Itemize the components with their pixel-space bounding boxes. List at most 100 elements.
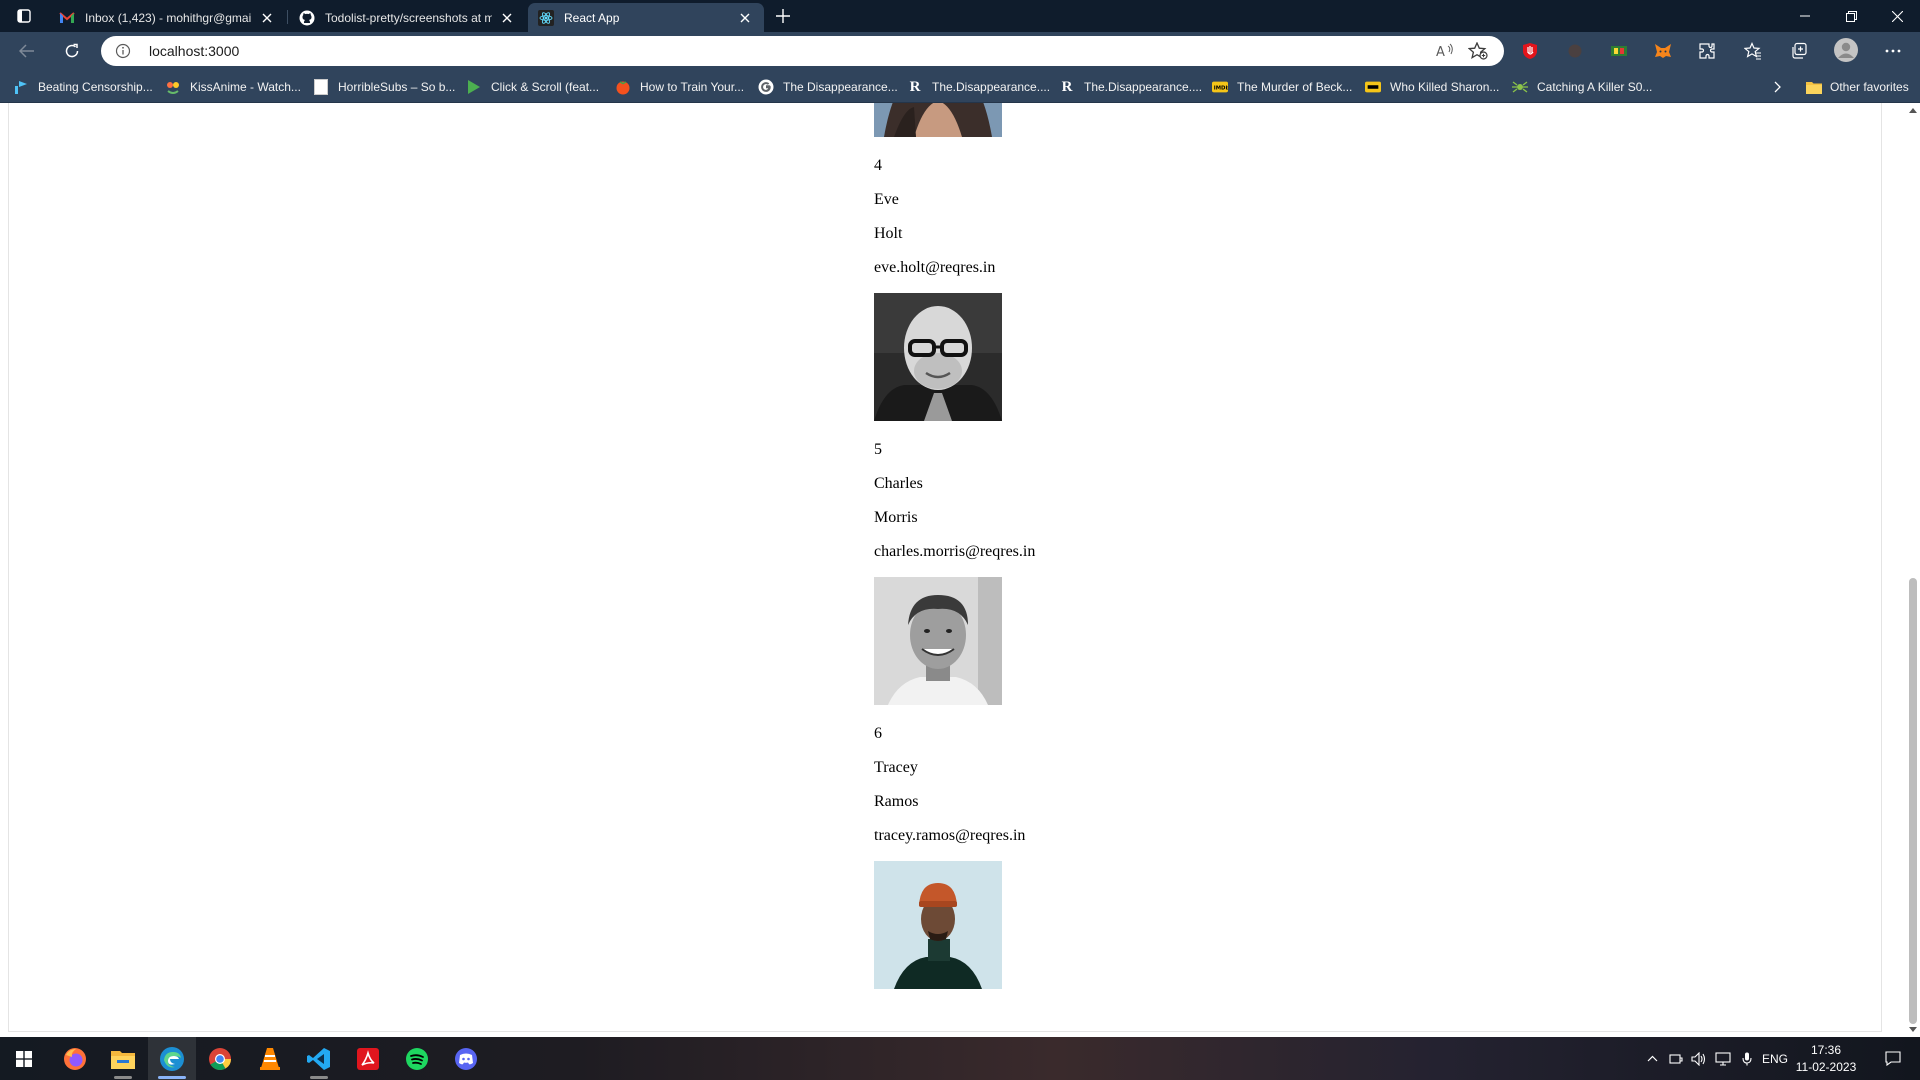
taskbar-file-explorer[interactable] [99, 1037, 147, 1080]
taskbar-vscode[interactable] [295, 1037, 343, 1080]
user-email: eve.holt@reqres.in [874, 259, 996, 276]
discord-icon [455, 1047, 477, 1070]
vlc-icon [260, 1047, 280, 1070]
tab-gmail[interactable]: Inbox (1,423) - mohithgr@gmail.com [49, 3, 286, 32]
taskbar-chrome[interactable] [196, 1037, 244, 1080]
bookmark-label: KissAnime - Watch... [190, 80, 301, 94]
address-url[interactable]: localhost:3000 [149, 43, 239, 59]
taskbar-spotify[interactable] [393, 1037, 441, 1080]
bookmark-item[interactable]: KissAnime - Watch... [165, 77, 301, 97]
bookmark-item[interactable]: The Disappearance... [758, 77, 898, 97]
taskbar-discord[interactable] [442, 1037, 490, 1080]
new-tab-button[interactable] [770, 4, 796, 28]
tray-device-icon[interactable] [1665, 1037, 1687, 1080]
github-icon [299, 10, 315, 26]
read-aloud-icon[interactable]: A [1436, 43, 1454, 62]
scrollbar-thumb[interactable] [1909, 578, 1917, 1024]
windows-taskbar: ENG 17:36 11-02-2023 [0, 1037, 1920, 1080]
chrome-icon [209, 1047, 231, 1070]
network-icon[interactable] [1712, 1037, 1734, 1080]
edge-icon [160, 1046, 184, 1071]
start-button[interactable] [0, 1037, 48, 1080]
svg-text:A: A [1436, 45, 1445, 59]
vscode-icon [307, 1047, 330, 1070]
bookmark-label: The Murder of Beck... [1237, 80, 1353, 94]
user-last-name: Ramos [874, 793, 919, 810]
clock-date: 11-02-2023 [1795, 1060, 1857, 1074]
extensions-icon[interactable] [1697, 41, 1717, 61]
svg-text:IMDb: IMDb [1214, 86, 1228, 92]
imdb-icon: IMDb [1212, 79, 1228, 95]
active-indicator [158, 1076, 186, 1079]
user-card: 4 Eve Holt eve.holt@reqres.in [874, 149, 1035, 421]
metamask-extension-icon[interactable] [1653, 41, 1673, 61]
scroll-up-icon[interactable] [1909, 107, 1917, 113]
page-icon [313, 79, 329, 95]
back-arrow-icon [19, 44, 34, 58]
page-scrollbar[interactable] [1906, 103, 1920, 1037]
avatar-image [874, 861, 1002, 989]
tab-title: Inbox (1,423) - mohithgr@gmail.com [85, 10, 252, 25]
bookmark-item[interactable]: Who Killed Sharon... [1365, 77, 1499, 97]
scroll-down-icon[interactable] [1909, 1027, 1917, 1033]
add-favorite-icon[interactable] [1467, 41, 1488, 63]
show-hidden-icons-button[interactable] [1641, 1037, 1663, 1080]
bookmark-item[interactable]: R The.Disappearance.... [1059, 77, 1203, 97]
settings-more-icon[interactable] [1883, 41, 1903, 61]
bookmark-item[interactable]: HorribleSubs – So b... [313, 77, 455, 97]
bookmark-item[interactable]: Beating Censorship... [13, 77, 153, 97]
bookmark-item[interactable]: How to Train Your... [615, 77, 744, 97]
tab-divider [287, 10, 288, 24]
google-icon [758, 79, 774, 95]
volume-icon[interactable] [1688, 1037, 1710, 1080]
favorites-icon[interactable] [1743, 41, 1763, 61]
tab-react-app[interactable]: React App [528, 3, 764, 32]
disabled-extension-icon[interactable] [1565, 41, 1585, 61]
adblock-extension-icon[interactable] [1520, 41, 1540, 61]
bookmark-item[interactable]: R The.Disappearance.... [907, 77, 1051, 97]
user-last-name: Holt [874, 225, 903, 242]
user-email: charles.morris@reqres.in [874, 543, 1036, 560]
avatar-image [874, 103, 1002, 137]
tab-actions-button[interactable] [6, 5, 42, 27]
microphone-icon[interactable] [1736, 1037, 1758, 1080]
taskbar-firefox[interactable] [51, 1037, 99, 1080]
close-tab-icon[interactable] [498, 9, 516, 27]
user-last-name: Morris [874, 509, 918, 526]
close-window-button[interactable] [1874, 0, 1920, 32]
play-icon [466, 79, 482, 95]
more-favorites-button[interactable] [1769, 78, 1787, 96]
bookmark-item[interactable]: Catching A Killer S0... [1512, 77, 1652, 97]
kissanime-icon [165, 79, 181, 95]
profile-avatar[interactable] [1834, 38, 1858, 62]
restore-button[interactable] [1828, 0, 1874, 32]
color-extension-icon[interactable] [1609, 41, 1629, 61]
spider-icon [1512, 79, 1528, 95]
plus-icon [776, 9, 790, 23]
imdb-icon [1365, 79, 1381, 95]
other-favorites-folder[interactable]: Other favorites [1806, 77, 1909, 97]
taskbar-edge[interactable] [148, 1037, 196, 1080]
taskbar-acrobat[interactable] [344, 1037, 392, 1080]
tab-github[interactable]: Todolist-pretty/screenshots at main [289, 3, 526, 32]
close-tab-icon[interactable] [736, 9, 754, 27]
clock[interactable]: 17:36 11-02-2023 [1782, 1042, 1870, 1076]
site-info-icon[interactable] [115, 43, 131, 62]
folder-icon [1806, 82, 1822, 94]
refresh-button[interactable] [57, 37, 87, 65]
clock-time: 17:36 [1810, 1043, 1842, 1057]
collections-icon[interactable] [1789, 41, 1809, 61]
notifications-button[interactable] [1878, 1037, 1908, 1080]
avatar-image [874, 293, 1002, 421]
bookmark-item[interactable]: IMDb The Murder of Beck... [1212, 77, 1352, 97]
bookmark-item[interactable]: Click & Scroll (feat... [466, 77, 599, 97]
taskbar-vlc[interactable] [246, 1037, 294, 1080]
address-bar[interactable]: localhost:3000 A [101, 36, 1504, 66]
close-tab-icon[interactable] [258, 9, 276, 27]
r-icon: R [1061, 78, 1073, 95]
back-button[interactable] [12, 37, 42, 65]
bookmark-icon [13, 79, 29, 95]
minimize-button[interactable] [1782, 0, 1828, 32]
bookmark-label: How to Train Your... [640, 80, 745, 94]
bookmark-label: Click & Scroll (feat... [491, 80, 600, 94]
